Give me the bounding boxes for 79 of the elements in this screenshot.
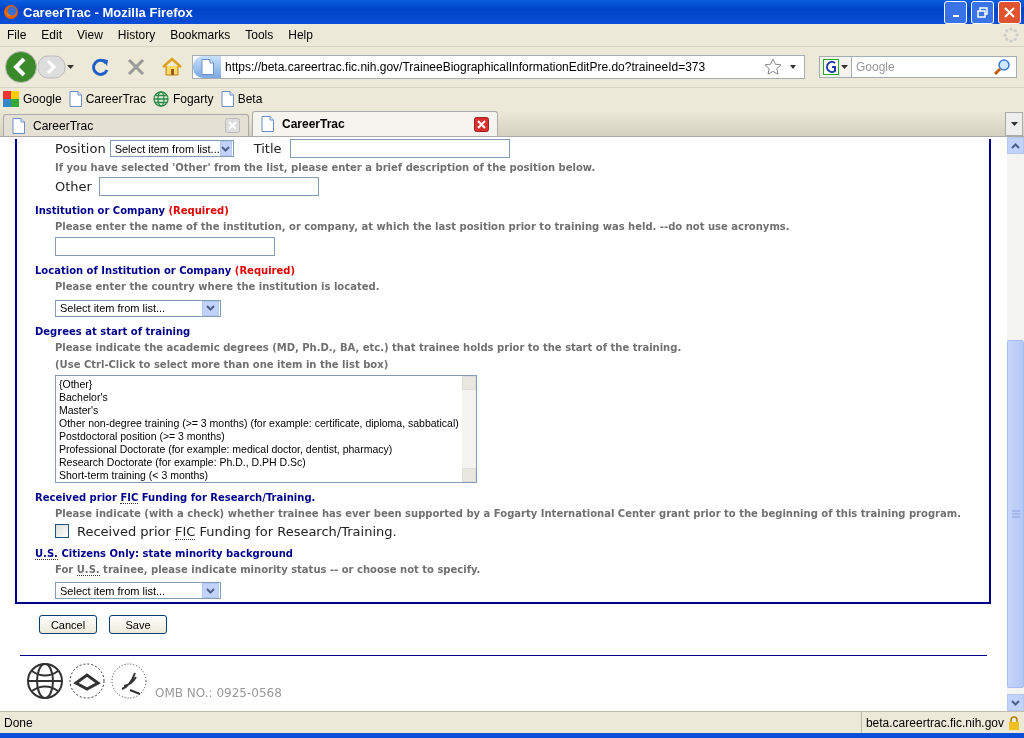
home-icon[interactable] (162, 57, 182, 77)
position-select[interactable]: Select item from list... (109, 140, 234, 157)
form-button[interactable]: Cancel (39, 615, 97, 634)
menu-item[interactable]: Bookmarks (163, 28, 239, 42)
caret-icon (1010, 121, 1018, 127)
section-heading: U.S. Citizens Only: state minority background (35, 547, 293, 559)
hint-text: Please enter the name of the institution, or company, at which the last position prior to training was held. --do not use acronyms. (55, 220, 790, 233)
section-heading: Received prior FIC Funding for Research/Training. (35, 491, 316, 503)
hint-text: (Use Ctrl-Click to select more than one item in the list box) (55, 357, 389, 371)
close-icon (1004, 6, 1015, 18)
google-g-icon (823, 59, 839, 75)
page-icon (12, 117, 25, 134)
globe-icon (152, 91, 169, 107)
bookmark-item[interactable]: CareerTrac (68, 91, 146, 107)
reload-icon[interactable] (90, 57, 110, 77)
hint-text: Please enter the country where the institution is located. (55, 280, 380, 293)
menu-item[interactable]: Help (281, 28, 321, 42)
restore-button[interactable] (971, 0, 994, 24)
menu-item[interactable]: File (0, 28, 35, 42)
grip-icon (1011, 510, 1020, 518)
select-dropdown[interactable]: Select item from list... (55, 299, 221, 317)
menu-item[interactable]: View (70, 28, 111, 42)
bookmark-item[interactable]: Fogarty (152, 91, 214, 107)
select-dropdown[interactable]: Select item from list... (55, 582, 221, 599)
window-title: CareerTrac - Mozilla Firefox (23, 4, 194, 20)
hint-text: Please indicate (with a check) whether trainee has ever been supported by a Fogarty International Center grant prior to the beginning of this training program. (55, 506, 961, 520)
caret-icon (841, 64, 848, 70)
minimize-button[interactable] (944, 0, 967, 24)
search-engine-button[interactable] (819, 56, 852, 78)
institution-field[interactable] (55, 237, 275, 256)
other-field[interactable] (98, 177, 319, 196)
history-dropdown[interactable] (66, 62, 76, 72)
search-icon[interactable] (993, 58, 1011, 76)
browser-tab[interactable]: CareerTrac (252, 111, 498, 136)
search-field[interactable]: Google (852, 56, 1017, 78)
hint-text: Please indicate the academic degrees (MD, Ph.D., BA, etc.) that trainee holds prior to the start of the training. (55, 340, 682, 354)
page-icon (261, 116, 274, 132)
title-field[interactable] (289, 139, 510, 158)
close-tab-icon[interactable] (474, 116, 489, 132)
scroll-up-icon (1011, 142, 1020, 149)
lock-icon (1008, 715, 1020, 730)
throbber-icon (1003, 27, 1019, 43)
bookmark-item[interactable]: Google (3, 91, 62, 107)
globe-logo-icon (26, 662, 64, 700)
section-heading: Degrees at start of training (35, 325, 191, 337)
caret-icon (206, 305, 215, 311)
status-text: Done (4, 715, 33, 730)
section-heading: Institution or Company (Required) (35, 205, 229, 216)
minimize-icon (952, 14, 959, 17)
title-label: Title (253, 141, 282, 156)
page-icon (68, 91, 82, 107)
back-button[interactable] (4, 50, 38, 84)
form-button[interactable]: Save (109, 615, 167, 634)
star-icon[interactable] (764, 58, 782, 76)
checkbox[interactable] (55, 524, 69, 538)
omb-number: OMB NO.: 0925-0568 (155, 686, 282, 700)
menu-item[interactable]: Tools (238, 28, 282, 42)
address-bar[interactable]: https://beta.careertrac.fic.nih.gov/TraineeBiographicalInformationEditPre.do?traineeId=373 (192, 55, 805, 79)
stop-icon[interactable] (126, 57, 146, 77)
other-hint: If you have selected 'Other' from the list, please enter a brief description of the position below. (55, 161, 596, 174)
checkbox-label: Received prior FIC Funding for Research/Training. (77, 523, 397, 539)
vertical-scrollbar[interactable] (1007, 137, 1024, 711)
section-heading: Location of Institution or Company (Required) (35, 265, 296, 276)
hint-text: For U.S. trainee, please indicate minority status -- or choose not to specify. (55, 562, 481, 576)
degrees-listbox[interactable]: {Other} Bachelor's Master's Other non-degree training (>= 3 months) (for example: certificate, diploma, sabbatical) Postdoctoral position (>= 3 months) Professional Doctorate (for example: medical doctor, dentist, pharmacy) Research Doctorate (for example: Ph.D., D.PH D.Sc) Short-term training (< 3 months) (55, 374, 477, 483)
caret-icon (221, 145, 231, 152)
browser-tab[interactable]: CareerTrac (3, 114, 249, 136)
site-icon (200, 59, 214, 75)
position-label: Position (55, 141, 106, 156)
menu-item[interactable]: History (110, 28, 164, 42)
caret-icon (206, 587, 215, 594)
bookmark-item[interactable]: Beta (220, 91, 263, 107)
close-button[interactable] (998, 0, 1021, 24)
scroll-down-icon (1011, 699, 1020, 706)
menu-item[interactable]: Edit (34, 28, 71, 42)
tab-list-button[interactable] (1005, 112, 1023, 136)
page-icon (220, 91, 234, 107)
other-label: Other (55, 179, 92, 194)
restore-icon (977, 6, 988, 18)
